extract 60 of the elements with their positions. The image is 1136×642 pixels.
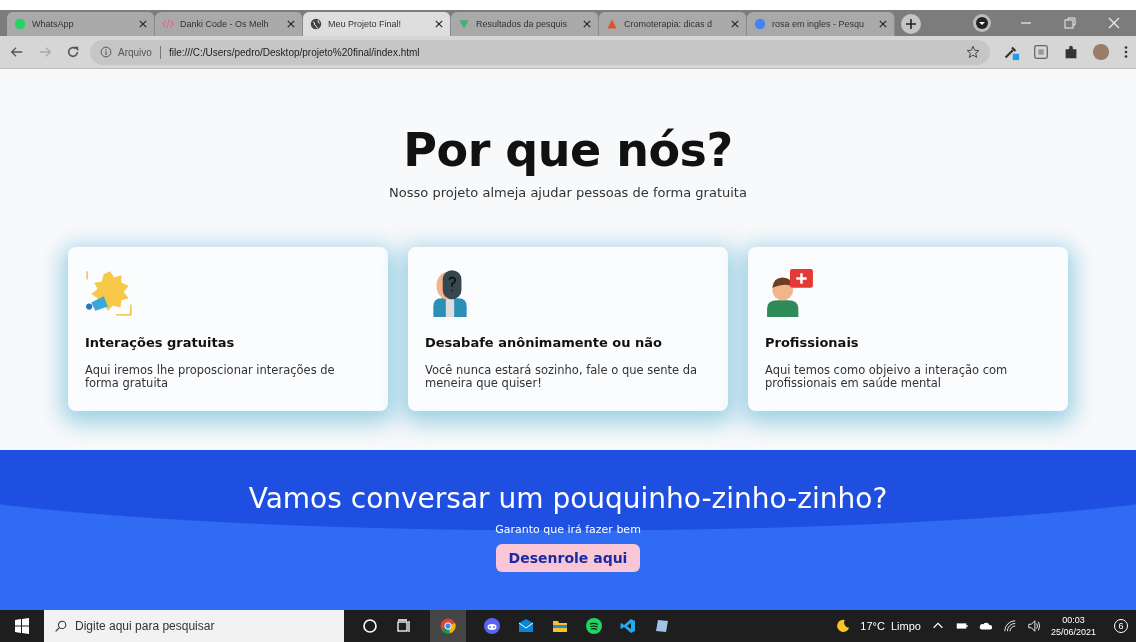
close-icon[interactable]	[287, 20, 295, 28]
clock-date[interactable]: 25/06/2021	[1050, 627, 1096, 637]
bookmark-star-icon[interactable]	[966, 45, 980, 59]
avatar-icon[interactable]	[1092, 43, 1110, 61]
weather-text[interactable]: 17°C Limpo	[860, 620, 921, 632]
menu-icon[interactable]	[1122, 43, 1130, 61]
browser-tab[interactable]: Danki Code - Os Melh	[155, 12, 303, 36]
info-icon	[100, 46, 112, 58]
tab-favicon-icon	[310, 18, 322, 30]
card-title: Desabafe anônimamente ou não	[425, 335, 663, 350]
back-arrow-icon[interactable]	[10, 45, 24, 59]
doctor-chat-icon	[765, 267, 815, 317]
address-bar[interactable]: Arquivo file:///C:/Users/pedro/Desktop/projeto%20final/index.html	[90, 39, 990, 65]
windows-start-icon[interactable]	[14, 618, 30, 634]
browser-tab[interactable]: rosa em ingles - Pesqu	[747, 12, 895, 36]
cta-button[interactable]: Desenrole aqui	[495, 544, 641, 572]
discord-icon[interactable]	[484, 618, 500, 634]
task-view-icon[interactable]	[396, 618, 412, 634]
address-label: Arquivo	[118, 46, 152, 58]
mail-icon[interactable]	[518, 618, 534, 634]
close-icon[interactable]	[583, 20, 591, 28]
browser-tab[interactable]: WhatsApp	[7, 12, 155, 36]
card-text: Você nunca estará sozinho, fale o que sente da meneira que quiser!	[425, 364, 699, 391]
search-icon	[54, 619, 67, 633]
new-tab-button[interactable]	[901, 14, 921, 34]
spotify-icon[interactable]	[586, 618, 602, 634]
taskbar-search-field[interactable]: Digite aqui para pesquisar	[44, 610, 344, 642]
tab-favicon-icon	[458, 18, 470, 30]
speaker-icon[interactable]	[1026, 619, 1041, 633]
vscode-icon[interactable]	[620, 618, 636, 634]
browser-tab[interactable]: Resultados da pesquis	[451, 12, 599, 36]
card-title: Interações gratuitas	[85, 335, 235, 350]
section-subheading: Nosso projeto almeja ajudar pessoas de forma gratuita	[389, 185, 747, 200]
tab-favicon-icon	[14, 18, 26, 30]
folder-icon[interactable]	[552, 618, 568, 634]
tab-favicon-icon	[754, 18, 766, 30]
section-heading: Por que nós?	[403, 123, 733, 177]
moon-icon[interactable]	[836, 619, 851, 633]
card-text: Aqui iremos lhe proposcionar interações de forma gratuita	[85, 364, 336, 391]
browser-tab[interactable]: Cromoterapia: dicas d	[599, 12, 747, 36]
reload-icon[interactable]	[66, 45, 80, 59]
cortana-circle-icon[interactable]	[362, 618, 378, 634]
close-icon[interactable]	[139, 20, 147, 28]
clock-time[interactable]: 00:03	[1062, 615, 1085, 625]
notepad-icon[interactable]	[654, 618, 670, 634]
cta-heading: Vamos conversar um pouquinho-zinho-zinho?	[248, 482, 888, 515]
cta-text: Garanto que irá fazer bem	[495, 523, 641, 536]
close-icon[interactable]	[731, 20, 739, 28]
wifi-icon[interactable]	[1002, 619, 1017, 633]
card-text: Aqui temos como objeivo a interação com profissionais em saúde mental	[765, 364, 1009, 391]
extension-icon[interactable]	[1032, 43, 1050, 61]
tab-favicon-icon	[606, 18, 618, 30]
card-title: Profissionais	[765, 335, 859, 350]
profile-dropdown-icon[interactable]	[972, 13, 992, 33]
browser-tab[interactable]: Meu Projeto Final!	[303, 12, 451, 36]
chrome-icon[interactable]	[440, 618, 456, 634]
tab-favicon-icon	[162, 18, 174, 30]
close-icon[interactable]	[435, 20, 443, 28]
url-text: file:///C:/Users/pedro/Desktop/projeto%20final/index.html	[168, 46, 420, 58]
close-icon[interactable]	[879, 20, 887, 28]
